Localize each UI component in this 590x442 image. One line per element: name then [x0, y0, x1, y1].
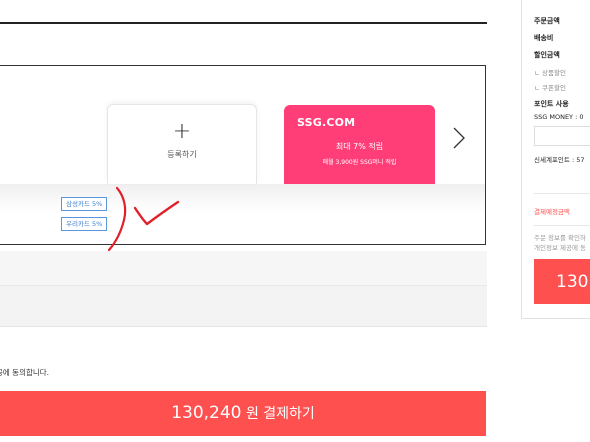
ssg-money-label: SSG MONEY : 0 [534, 113, 584, 121]
ssg-card-rate: 최대 7% 적립 [335, 142, 384, 151]
ssg-card-detail: 매월 3,900원 SSG머니 적립 [322, 159, 397, 166]
sidebar-pay-amount: 130,2 [556, 271, 590, 292]
divider [534, 225, 590, 226]
order-amount-label: 주문금액 [534, 17, 560, 25]
coupon-discount-label: ㄴ 쿠폰할인 [534, 84, 566, 92]
shipping-label: 배송비 [534, 34, 554, 42]
discount-label: 할인금액 [534, 51, 560, 59]
register-card-button[interactable]: + 등록하기 [107, 104, 257, 184]
divider [534, 193, 590, 194]
pay-button[interactable]: 130,240 원 결제하기 [0, 391, 486, 436]
notice-line-1: 주문 정보를 확인하 [534, 234, 586, 242]
pay-amount: 130,240 [171, 403, 242, 423]
section-divider [0, 22, 487, 24]
ssg-money-input[interactable] [534, 126, 590, 146]
register-card-label: 등록하기 [167, 150, 197, 159]
payment-option-row [0, 286, 487, 327]
expected-amount-label: 결제예정금액 [534, 208, 570, 216]
consent-text: 공에 동의합니다. [0, 368, 50, 377]
pay-label: 원 결제하기 [241, 406, 315, 422]
ssg-card-option[interactable]: SSG.COM 최대 7% 적립 매월 3,900원 SSG머니 적립 [284, 105, 435, 184]
plus-icon: + [172, 119, 192, 144]
card-benefit-lower [0, 184, 485, 244]
hand-drawn-annotation [107, 186, 180, 252]
product-discount-label: ㄴ 상품할인 [534, 69, 566, 77]
installment-row [0, 251, 487, 285]
chevron-right-icon[interactable] [452, 127, 466, 149]
points-title: 포인트 사용 [534, 100, 569, 108]
shinsegae-points-label: 신세계포인트 : 57 [534, 156, 585, 164]
order-summary-sidebar: 주문금액 배송비 할인금액 ㄴ 상품할인 ㄴ 쿠폰할인 포인트 사용 SSG M… [521, 0, 590, 319]
ssg-card-brand: SSG.COM [297, 116, 356, 129]
sidebar-pay-button[interactable]: 130,2 [534, 259, 590, 304]
notice-line-2: 개인정보 제공에 동 [534, 244, 586, 252]
